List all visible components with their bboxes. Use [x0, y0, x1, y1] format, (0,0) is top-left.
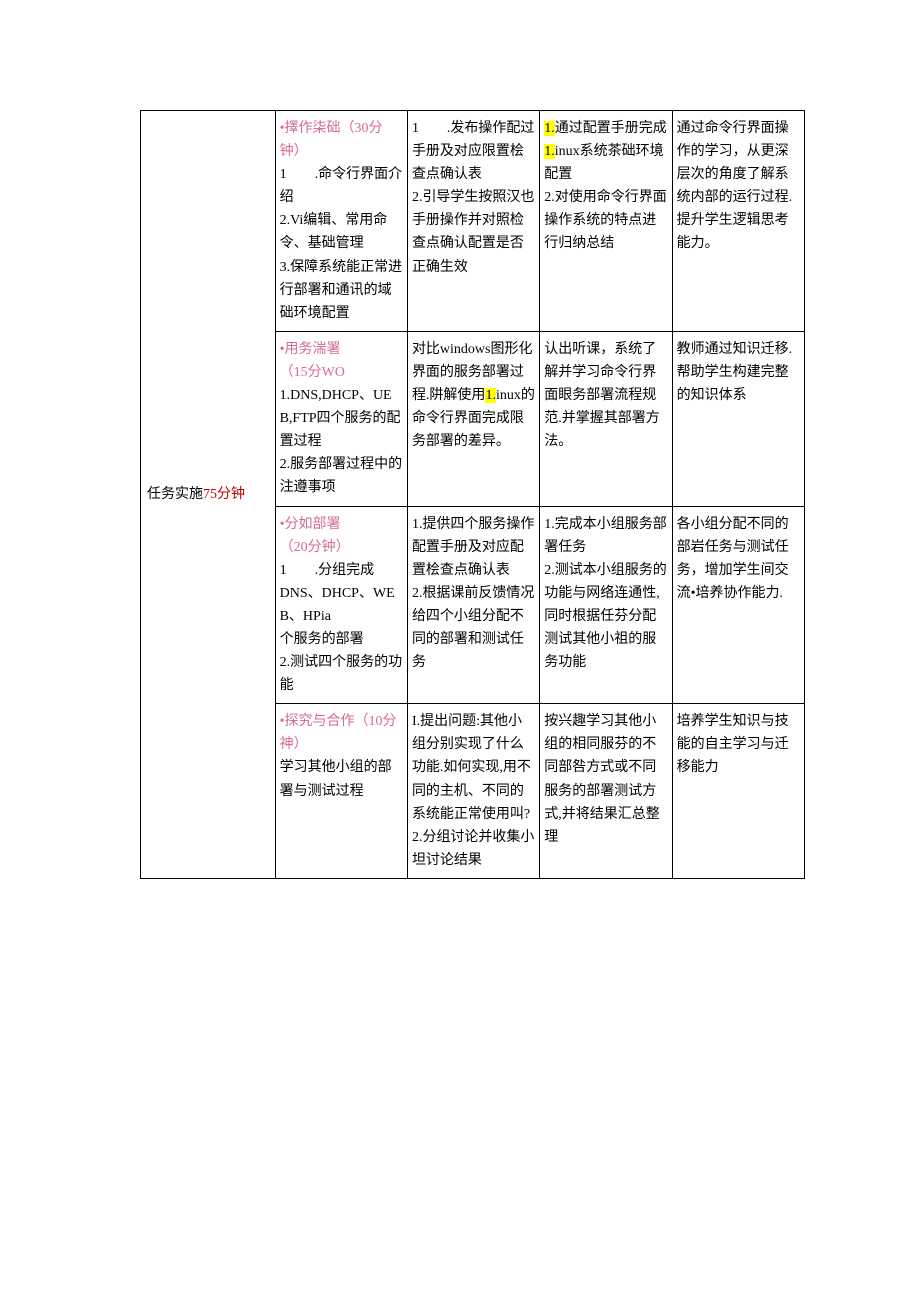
text: 通过配置手册完成 [555, 121, 667, 136]
cell-r3-c3: 1.完成本小组服务部署任务 2.测试本小组服务的功能与网络连通性,同时根据任芬分… [540, 506, 672, 704]
row-body: 1.DNS,DHCP、UEB,FTP四个服务的配置过程 2.服务部署过程中的注遵… [280, 384, 403, 499]
row-body: 1 .分组完成 DNS、DHCP、WEB、HPia 个服务的部署 2.测试四个服… [280, 559, 403, 698]
section-label-cell: 任务实施75分钟 [141, 111, 276, 879]
row-title: •擇作柒础（30分钟） [280, 117, 403, 163]
cell-r2-c1: •用务湍署 （15分WO 1.DNS,DHCP、UEB,FTP四个服务的配置过程… [275, 331, 407, 506]
section-duration: 75分钟 [203, 487, 245, 502]
highlight: 1. [544, 121, 555, 136]
cell-r4-c1: •探究与合作（10分神） 学习其他小组的部署与测试过程 [275, 704, 407, 879]
cell-r4-c3: 按兴趣学习其他小组的相同服芬的不同部咎方式或不同服务的部署测试方式,并将结果汇总… [540, 704, 672, 879]
row-title: •探究与合作（10分神） [280, 710, 403, 756]
text: inux系统茶础环境配置 2.对使用命令行界面操作系统的特点进行归纳总结 [544, 144, 667, 251]
cell-r1-c2: 1 .发布操作配过手册及对应限置桧查点确认表 2.引导学生按照汉也手册操作并对照… [407, 111, 539, 332]
lesson-plan-table: 任务实施75分钟 •擇作柒础（30分钟） 1 .命令行界面介绍 2.Vi编辑、常… [140, 110, 805, 879]
cell-r4-c2: I.提出问题:其他小组分别实现了什么功能.如何实现,用不同的主机、不同的系统能正… [407, 704, 539, 879]
row-title: •用务湍署 （15分WO [280, 338, 403, 384]
cell-r2-c4: 教师通过知识迁移.帮助学生构建完整的知识体系 [672, 331, 804, 506]
cell-r3-c1: •分如部署 （20分钟） 1 .分组完成 DNS、DHCP、WEB、HPia 个… [275, 506, 407, 704]
row-body: 学习其他小组的部署与测试过程 [280, 756, 403, 802]
highlight: 1. [485, 388, 496, 403]
section-label-text: 任务实施 [147, 487, 203, 502]
cell-r1-c1: •擇作柒础（30分钟） 1 .命令行界面介绍 2.Vi编辑、常用命令、基础管理 … [275, 111, 407, 332]
cell-r2-c2: 对比windows图形化界面的服务部署过程.阱解使用1.inux的命令行界面完成… [407, 331, 539, 506]
row-title: •分如部署 （20分钟） [280, 513, 403, 559]
cell-r3-c4: 各小组分配不同的部岩任务与测试任务，增加学生间交流•培养协作能力. [672, 506, 804, 704]
highlight: 1. [544, 144, 555, 159]
cell-r4-c4: 培养学生知识与技能的自主学习与迁移能力 [672, 704, 804, 879]
cell-r1-c3: 1.通过配置手册完成1.inux系统茶础环境配置 2.对使用命令行界面操作系统的… [540, 111, 672, 332]
row-body: 1 .命令行界面介绍 2.Vi编辑、常用命令、基础管理 3.保障系统能正常进行部… [280, 163, 403, 325]
cell-r3-c2: 1.提供四个服务操作配置手册及对应配置桧查点确认表 2.根据课前反馈情况给四个小… [407, 506, 539, 704]
cell-r1-c4: 通过命令行界面操作的学习，从更深层次的角度了解系统内部的运行过程.提升学生逻辑思… [672, 111, 804, 332]
table-row: 任务实施75分钟 •擇作柒础（30分钟） 1 .命令行界面介绍 2.Vi编辑、常… [141, 111, 805, 332]
cell-r2-c3: 认出听课，系统了解并学习命令行界面眼务部署流程规范.并掌握其部署方法。 [540, 331, 672, 506]
